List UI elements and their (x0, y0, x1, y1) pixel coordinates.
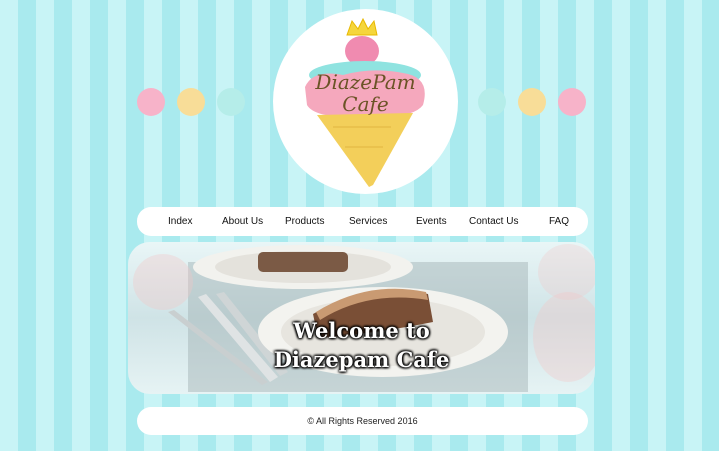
copyright-text: © All Rights Reserved 2016 (307, 416, 418, 426)
decor-dot-right-1 (478, 88, 506, 116)
hero-banner: Welcome to Diazepam Cafe (128, 242, 595, 394)
banner-title-line1: Welcome to (293, 318, 430, 343)
decor-dot-left-1 (137, 88, 165, 116)
nav-item-services[interactable]: Services (349, 207, 387, 236)
nav-item-index[interactable]: Index (168, 207, 192, 236)
nav-item-about-us[interactable]: About Us (222, 207, 263, 236)
nav-item-faq[interactable]: FAQ (549, 207, 569, 236)
decor-dot-left-3 (217, 88, 245, 116)
nav-item-contact-us[interactable]: Contact Us (469, 207, 518, 236)
decor-dot-right-3 (558, 88, 586, 116)
nav-item-products[interactable]: Products (285, 207, 324, 236)
decor-dot-right-2 (518, 88, 546, 116)
logo-text-line1: DiazePam (315, 70, 416, 94)
site-logo[interactable]: DiazePam Cafe (273, 9, 458, 194)
main-nav: Index About Us Products Services Events … (137, 207, 588, 236)
nav-item-events[interactable]: Events (416, 207, 447, 236)
footer: © All Rights Reserved 2016 (137, 407, 588, 435)
banner-title-line2: Diazepam Cafe (273, 347, 450, 372)
logo-text-line2: Cafe (342, 92, 389, 116)
decor-dot-left-2 (177, 88, 205, 116)
